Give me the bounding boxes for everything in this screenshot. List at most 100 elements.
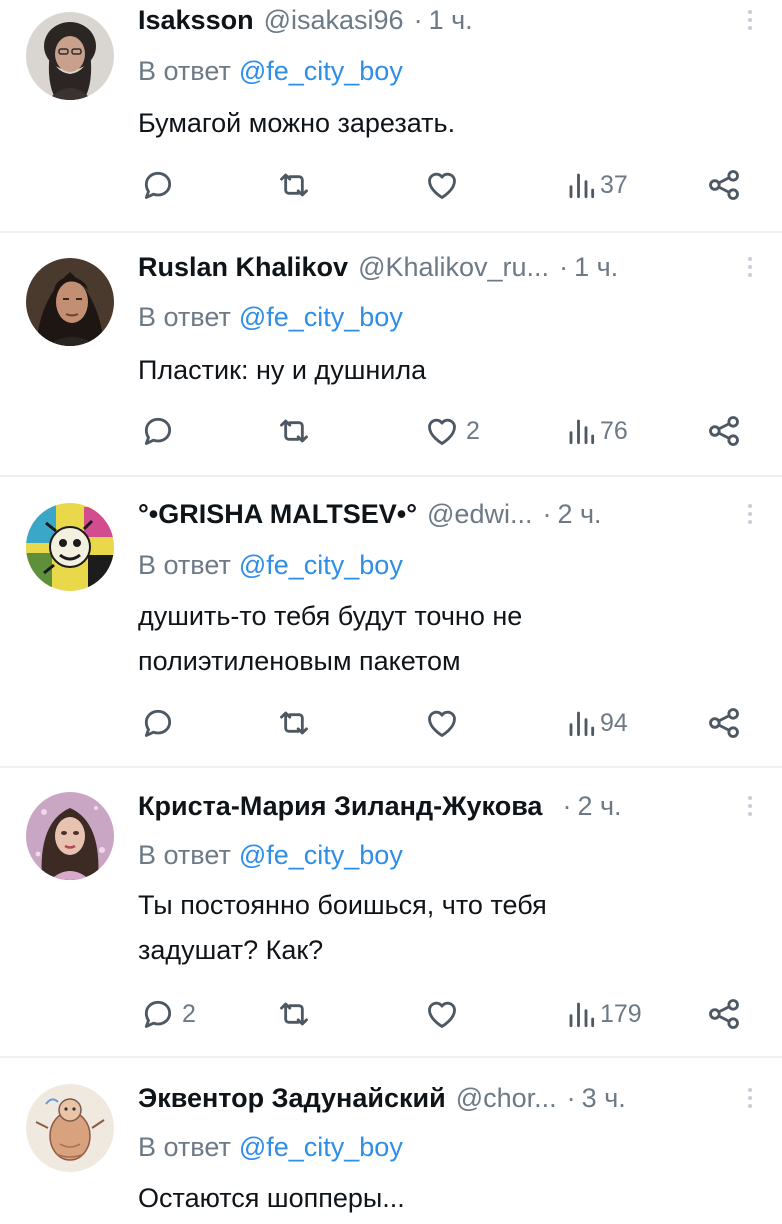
reply-icon bbox=[144, 417, 172, 445]
reply-icon bbox=[144, 1000, 172, 1028]
avatar[interactable] bbox=[26, 792, 114, 880]
reply-to-link[interactable]: @fe_city_boy bbox=[239, 302, 403, 332]
share-button[interactable] bbox=[704, 411, 744, 451]
more-icon[interactable] bbox=[744, 497, 756, 531]
views-count: 76 bbox=[600, 417, 628, 445]
reply-context: В ответ @fe_city_boy bbox=[138, 838, 403, 872]
author-handle[interactable]: @chor... bbox=[456, 1081, 557, 1115]
views-button[interactable]: 179 bbox=[566, 994, 642, 1034]
avatar[interactable] bbox=[26, 503, 114, 591]
retweet-button[interactable] bbox=[274, 165, 318, 205]
reply-prefix: В ответ bbox=[138, 56, 231, 86]
author-name[interactable]: Isaksson bbox=[138, 3, 254, 37]
separator-dot: · bbox=[562, 791, 572, 821]
more-icon[interactable] bbox=[744, 3, 756, 37]
timestamp[interactable]: 1 ч. bbox=[574, 250, 618, 284]
views-count: 94 bbox=[600, 709, 628, 737]
tweet-header: Эквентор Задунайский @chor... · 3 ч. bbox=[138, 1081, 738, 1115]
tweet[interactable]: Isaksson @isakasi96 · 1 ч. В ответ @fe_ci… bbox=[0, 0, 782, 233]
reply-to-link[interactable]: @fe_city_boy bbox=[239, 550, 403, 580]
retweet-icon bbox=[280, 419, 308, 443]
reply-context: В ответ @fe_city_boy bbox=[138, 1130, 403, 1164]
avatar-image bbox=[26, 503, 114, 591]
timestamp[interactable]: 3 ч. bbox=[582, 1081, 626, 1115]
retweet-icon bbox=[280, 1002, 308, 1026]
reply-context: В ответ @fe_city_boy bbox=[138, 300, 403, 334]
separator-dot: · bbox=[542, 499, 552, 529]
reply-prefix: В ответ bbox=[138, 840, 231, 870]
share-button[interactable] bbox=[704, 165, 744, 205]
action-bar: 2 76 bbox=[0, 411, 782, 451]
avatar[interactable] bbox=[26, 1084, 114, 1172]
tweet[interactable]: Ruslan Khalikov @Khalikov_ru... · 1 ч. В… bbox=[0, 233, 782, 477]
tweet-text: Остаются шопперы... bbox=[138, 1183, 405, 1213]
views-icon bbox=[569, 711, 595, 737]
share-icon bbox=[709, 170, 739, 200]
reply-button[interactable] bbox=[138, 703, 182, 743]
avatar[interactable] bbox=[26, 258, 114, 346]
more-icon[interactable] bbox=[744, 1081, 756, 1115]
reply-icon bbox=[144, 709, 172, 737]
replies-feed: Isaksson @isakasi96 · 1 ч. В ответ @fe_ci… bbox=[0, 0, 782, 1224]
author-handle[interactable]: @edwi... bbox=[427, 497, 532, 531]
views-count: 179 bbox=[600, 1000, 642, 1028]
author-name[interactable]: Эквентор Задунайский bbox=[138, 1081, 446, 1115]
tweet-text: Ты постоянно боишься, что тебя задушат? … bbox=[138, 890, 547, 965]
like-button[interactable] bbox=[422, 994, 466, 1034]
like-icon bbox=[428, 710, 456, 737]
avatar-image bbox=[26, 258, 114, 346]
tweet-header: Криста-Мария Зиланд-Жукова · 2 ч. bbox=[138, 789, 738, 823]
timestamp[interactable]: 1 ч. bbox=[429, 3, 473, 37]
tweet[interactable]: Эквентор Задунайский @chor... · 3 ч. В о… bbox=[0, 1058, 782, 1224]
reply-button[interactable] bbox=[138, 411, 182, 451]
more-icon[interactable] bbox=[744, 250, 756, 284]
share-icon bbox=[709, 416, 739, 446]
reply-to-link[interactable]: @fe_city_boy bbox=[239, 840, 403, 870]
share-button[interactable] bbox=[704, 703, 744, 743]
action-bar: 94 bbox=[0, 703, 782, 743]
reply-button[interactable]: 2 bbox=[138, 994, 196, 1034]
reply-prefix: В ответ bbox=[138, 1132, 231, 1162]
like-icon bbox=[428, 418, 456, 445]
tweet-text: душить-то тебя будут точно не полиэтилен… bbox=[138, 601, 523, 676]
more-icon[interactable] bbox=[744, 789, 756, 823]
author-handle[interactable]: @isakasi96 bbox=[264, 3, 404, 37]
reply-to-link[interactable]: @fe_city_boy bbox=[239, 56, 403, 86]
share-button[interactable] bbox=[704, 994, 744, 1034]
separator-dot: · bbox=[566, 1083, 576, 1113]
like-button[interactable] bbox=[422, 703, 466, 743]
views-button[interactable]: 37 bbox=[566, 165, 628, 205]
reply-count: 2 bbox=[182, 1000, 196, 1028]
retweet-button[interactable] bbox=[274, 994, 318, 1034]
share-icon bbox=[709, 708, 739, 738]
author-handle[interactable]: @Khalikov_ru... bbox=[358, 250, 549, 284]
author-name[interactable]: Ruslan Khalikov bbox=[138, 250, 348, 284]
tweet[interactable]: °•GRISHA MALTSEV•° @edwi... · 2 ч. В отв… bbox=[0, 477, 782, 768]
timestamp[interactable]: 2 ч. bbox=[557, 497, 601, 531]
retweet-button[interactable] bbox=[274, 411, 318, 451]
retweet-icon bbox=[280, 173, 308, 197]
like-button[interactable]: 2 bbox=[422, 411, 480, 451]
timestamp[interactable]: 2 ч. bbox=[577, 789, 621, 823]
reply-context: В ответ @fe_city_boy bbox=[138, 548, 403, 582]
reply-icon bbox=[144, 171, 172, 199]
share-icon bbox=[709, 999, 739, 1029]
separator-dot: · bbox=[413, 5, 423, 35]
reply-button[interactable] bbox=[138, 165, 182, 205]
like-icon bbox=[428, 172, 456, 199]
author-name[interactable]: °•GRISHA MALTSEV•° bbox=[138, 497, 417, 531]
reply-prefix: В ответ bbox=[138, 550, 231, 580]
views-button[interactable]: 94 bbox=[566, 703, 628, 743]
separator-dot: · bbox=[559, 252, 569, 282]
views-icon bbox=[569, 173, 595, 199]
like-button[interactable] bbox=[422, 165, 466, 205]
views-button[interactable]: 76 bbox=[566, 411, 628, 451]
action-bar: 37 bbox=[0, 165, 782, 205]
views-icon bbox=[569, 1002, 595, 1028]
avatar-image bbox=[26, 12, 114, 100]
tweet[interactable]: Криста-Мария Зиланд-Жукова · 2 ч. В отве… bbox=[0, 768, 782, 1058]
avatar[interactable] bbox=[26, 12, 114, 100]
retweet-button[interactable] bbox=[274, 703, 318, 743]
author-name[interactable]: Криста-Мария Зиланд-Жукова bbox=[138, 789, 542, 823]
reply-to-link[interactable]: @fe_city_boy bbox=[239, 1132, 403, 1162]
